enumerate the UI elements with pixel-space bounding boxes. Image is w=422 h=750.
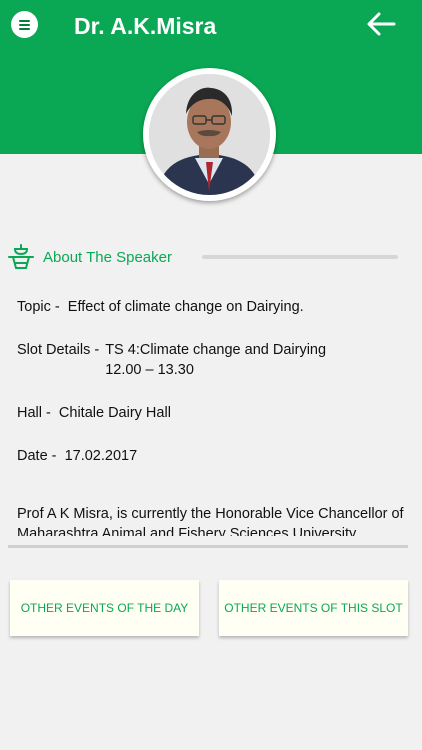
- topic-row: Topic - Effect of climate change on Dair…: [17, 297, 304, 317]
- other-events-slot-button[interactable]: OTHER EVENTS OF THIS SLOT: [219, 580, 408, 636]
- section-title: About The Speaker: [43, 249, 172, 266]
- speaker-avatar: [143, 68, 276, 201]
- other-events-day-button[interactable]: OTHER EVENTS OF THE DAY: [10, 580, 199, 636]
- topic-value: Effect of climate change on Dairying.: [67, 299, 304, 315]
- arrow-left-icon[interactable]: [366, 12, 396, 36]
- topic-label: Topic -: [17, 299, 60, 315]
- slot-label: Slot Details -: [17, 342, 100, 358]
- slot-session: TS 4:Climate change and Dairying: [105, 342, 327, 358]
- hall-row: Hall - Chitale Dairy Hall: [17, 403, 171, 423]
- menu-icon[interactable]: [11, 11, 38, 38]
- speaker-details: Topic - Effect of climate change on Dair…: [17, 292, 409, 536]
- date-label: Date -: [17, 448, 57, 464]
- hall-value: Chitale Dairy Hall: [58, 405, 171, 421]
- speaker-bio: Prof A K Misra, is currently the Honorab…: [17, 505, 404, 537]
- slot-values: TS 4:Climate change and Dairying 12.00 – …: [105, 340, 326, 380]
- about-speaker-section: About The Speaker: [6, 242, 414, 274]
- slot-row: Slot Details - TS 4:Climate change and Da…: [17, 340, 326, 380]
- hall-label: Hall -: [17, 405, 51, 421]
- date-value: 17.02.2017: [64, 448, 138, 464]
- slot-time: 12.00 – 13.30: [105, 362, 194, 378]
- content-divider: [8, 545, 408, 548]
- speaker-podium-icon: [8, 244, 34, 269]
- section-divider: [202, 255, 398, 259]
- date-row: Date - 17.02.2017: [17, 446, 137, 466]
- speaker-photo: [149, 74, 270, 195]
- page-title: Dr. A.K.Misra: [74, 13, 217, 39]
